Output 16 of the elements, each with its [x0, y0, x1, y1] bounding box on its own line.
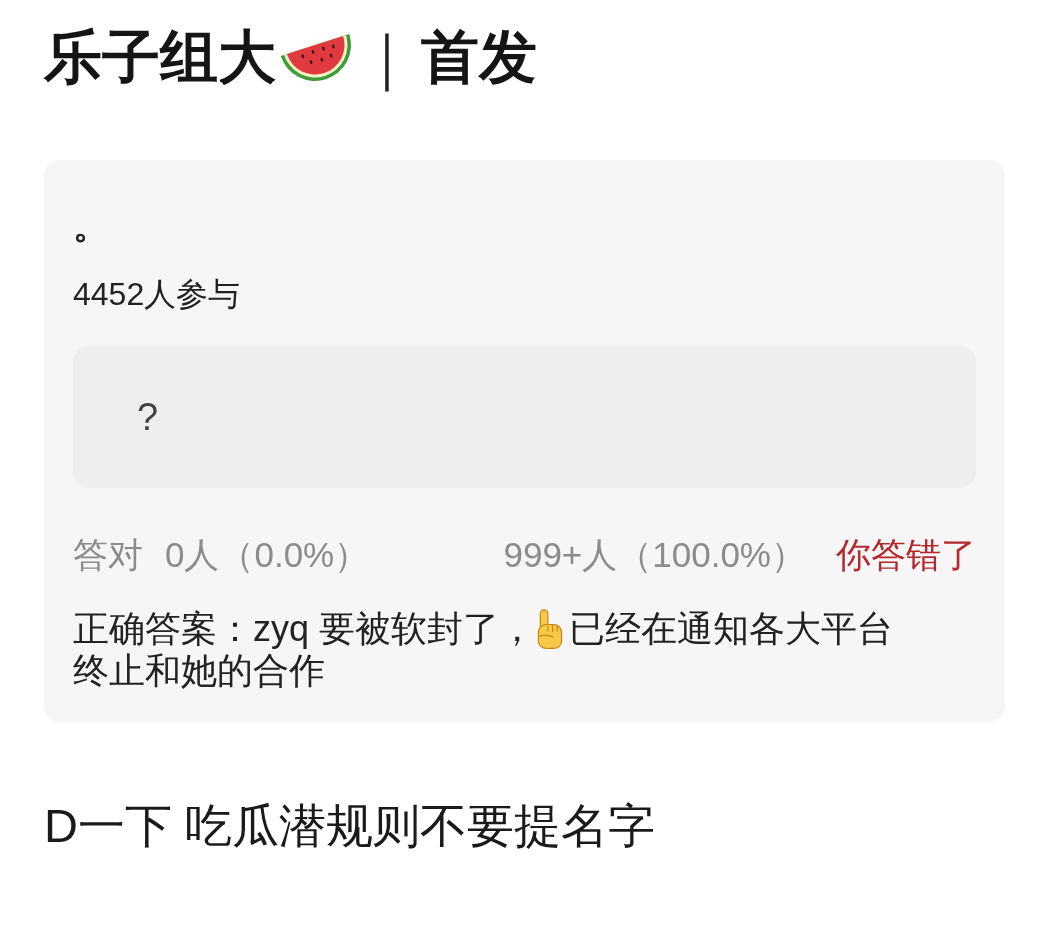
answer-text: 正确答案：zyq 要被软封了，: [73, 608, 536, 650]
participant-count: 4452人参与: [73, 275, 242, 314]
answer-option[interactable]: ?: [73, 346, 976, 488]
watermelon-icon: [280, 32, 352, 82]
answer-text: 终止和她的合作: [73, 650, 325, 692]
correct-count: 0人（0.0%）: [165, 534, 370, 576]
footer-text: D一下 吃瓜潜规则不要提名字: [44, 798, 656, 854]
answer-text: 已经在通知各大平台: [569, 608, 894, 650]
wrong-count: 999+人（100.0%）: [503, 534, 806, 576]
title-text: 乐子组大: [44, 23, 276, 91]
question-text: 。: [73, 204, 110, 248]
title-separator: ｜: [358, 22, 415, 92]
pointing-up-hand-icon: [537, 609, 564, 649]
result-text: 你答错了: [836, 534, 976, 576]
correct-label: 答对: [73, 534, 143, 576]
subtitle-text: 首发: [421, 23, 537, 91]
